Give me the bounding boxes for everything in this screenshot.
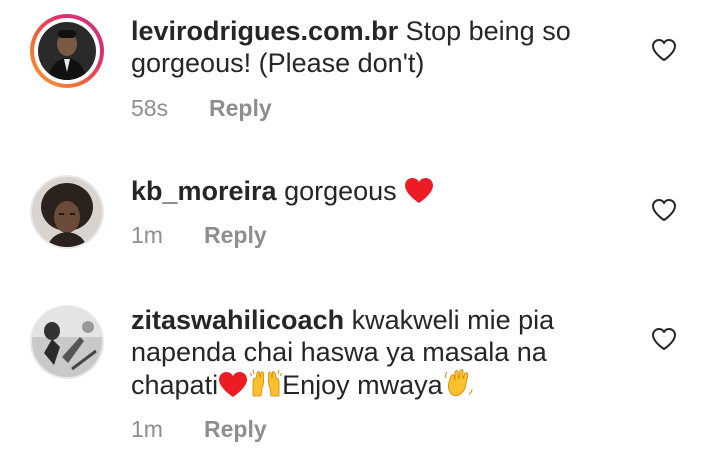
- comment-text: levirodrigues.com.br Stop being so gorge…: [131, 15, 611, 79]
- comment-timestamp: 58s: [131, 95, 169, 121]
- red-heart-icon: [404, 177, 434, 211]
- comment-body-line2: gorgeous! (Please don't): [131, 48, 425, 78]
- comment-timestamp: 1m: [131, 416, 163, 442]
- comment-body: Stop being so: [398, 16, 571, 46]
- comment-body: gorgeous: [276, 176, 405, 206]
- comment-body: kwakweli mie pia: [344, 305, 555, 335]
- comment-text: kb_moreira gorgeous: [131, 175, 611, 211]
- comment-username[interactable]: zitaswahilicoach: [131, 305, 344, 335]
- profile-photo: [32, 177, 102, 247]
- like-heart-icon[interactable]: [651, 38, 677, 62]
- comment-body-line3-end: Enjoy mwaya: [282, 370, 443, 400]
- red-heart-icon: [218, 371, 248, 405]
- avatar[interactable]: [30, 305, 104, 379]
- comment-meta: 1m Reply: [131, 222, 267, 249]
- avatar[interactable]: [30, 175, 104, 249]
- comment-body-line3: chapati: [131, 370, 219, 400]
- comment-meta: 58s Reply: [131, 95, 272, 122]
- like-heart-icon[interactable]: [651, 327, 677, 351]
- profile-photo: [32, 307, 102, 377]
- comment-text: zitaswahilicoach kwakweli mie pia napend…: [131, 304, 611, 405]
- comment-username[interactable]: kb_moreira: [131, 176, 277, 206]
- reply-button[interactable]: Reply: [204, 222, 267, 249]
- avatar[interactable]: [30, 14, 104, 88]
- reply-button[interactable]: Reply: [204, 416, 267, 443]
- reply-button[interactable]: Reply: [209, 95, 272, 122]
- comment-body-line2: napenda chai haswa ya masala na: [131, 337, 547, 367]
- comment-timestamp: 1m: [131, 222, 163, 248]
- comment-meta: 1m Reply: [131, 416, 267, 443]
- profile-photo: [38, 22, 96, 80]
- comment-username[interactable]: levirodrigues.com.br: [131, 16, 398, 46]
- raising-hands-icon: [249, 369, 283, 405]
- waving-hand-icon: [444, 368, 473, 405]
- like-heart-icon[interactable]: [651, 198, 677, 222]
